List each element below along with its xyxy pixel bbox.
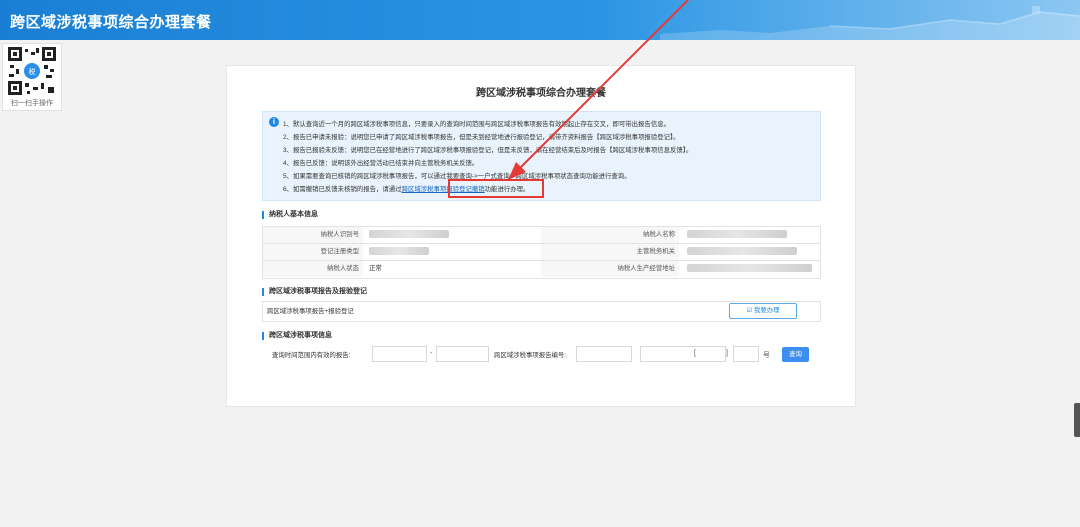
qr-code-widget[interactable]: 税 扫一扫手操作 xyxy=(2,43,62,111)
hao-label: 号 xyxy=(763,352,770,359)
taxpayer-name-label: 纳税人名称 xyxy=(541,227,679,243)
report-no-label: 跨区域涉税事项报告编号: xyxy=(494,352,567,359)
status-label: 纳税人状态 xyxy=(263,261,363,277)
app-title: 跨区域涉税事项综合办理套餐 xyxy=(10,14,212,31)
report-section-title: 跨区域涉税事项报告及报验登记 xyxy=(262,288,367,296)
panel-title: 跨区域涉税事项综合办理套餐 xyxy=(476,88,606,99)
report-no-number-input[interactable] xyxy=(733,346,759,362)
end-date-input[interactable] xyxy=(436,346,489,362)
notice-box: i 1、默认查询近一个月的跨区域涉税事项信息，只要录入的查询时间范围与跨区域涉税… xyxy=(262,111,821,201)
header-bar: 跨区域涉税事项综合办理套餐 xyxy=(0,0,1080,40)
query-section-title: 跨区域涉税事项信息 xyxy=(262,332,332,340)
taxpayer-name-value xyxy=(687,227,787,243)
notice-line-1: 1、默认查询近一个月的跨区域涉税事项信息，只要录入的查询时间范围与跨区域涉税事项… xyxy=(283,121,670,128)
reg-type-label: 登记注册类型 xyxy=(263,244,363,260)
range-label: 查询时间范围内有效的报告: xyxy=(272,352,351,359)
notice-line-3: 3、报告已报验未反馈：说明您已在经营地进行了跨区域涉税事项报验登记，但是未反馈，… xyxy=(283,147,693,154)
svg-text:税: 税 xyxy=(29,67,36,76)
main-panel: 跨区域涉税事项综合办理套餐 i 1、默认查询近一个月的跨区域涉税事项信息，只要录… xyxy=(226,65,856,407)
bracket-open: [ xyxy=(694,350,696,357)
info-row: 登记注册类型 主管税务机关 xyxy=(263,244,820,261)
status-value: 正常 xyxy=(369,265,382,272)
bracket-close: ] xyxy=(726,350,728,357)
notice-line-4: 4、报告已反馈：说明该外出经营活动已结束并向主管税务机关反馈。 xyxy=(283,160,479,167)
highlight-annotation-box xyxy=(448,179,544,198)
taxpayer-id-label: 纳税人识别号 xyxy=(263,227,363,243)
notice-line-2: 2、报告已申请未报验：说明您已申请了跨区域涉税事项报告，但是未到经营地进行报验登… xyxy=(283,134,680,141)
report-no-year-input[interactable] xyxy=(640,346,726,362)
start-date-input[interactable] xyxy=(372,346,427,362)
basic-info-section-title: 纳税人基本信息 xyxy=(262,211,318,219)
great-wall-decoration xyxy=(660,6,1080,40)
address-value xyxy=(687,261,812,277)
info-row: 纳税人识别号 纳税人名称 xyxy=(263,227,820,244)
tax-authority-value xyxy=(687,244,797,260)
side-scroll-handle[interactable] xyxy=(1074,403,1080,437)
qr-code-icon: 税 xyxy=(8,47,56,95)
reg-type-value xyxy=(369,244,429,260)
qr-caption: 扫一扫手操作 xyxy=(11,100,53,107)
tax-authority-label: 主管税务机关 xyxy=(541,244,679,260)
query-row: 查询时间范围内有效的报告: - 跨区域涉税事项报告编号: [ ] 号 查询 xyxy=(262,346,819,366)
handle-button[interactable]: ☑ 我要办理 xyxy=(729,303,797,319)
taxpayer-id-value xyxy=(369,227,449,243)
report-row-text: 跨区域涉税事项报告+报验登记 xyxy=(267,308,354,315)
address-label: 纳税人生产经营地址 xyxy=(541,261,679,277)
notice-line-6-prefix: 6、如需撤销已反馈未核销的报告，请通过 xyxy=(283,186,402,193)
info-icon: i xyxy=(269,117,279,127)
search-button[interactable]: 查询 xyxy=(782,347,809,362)
info-row: 纳税人状态 正常 纳税人生产经营地址 xyxy=(263,261,820,278)
basic-info-table: 纳税人识别号 纳税人名称 登记注册类型 主管税务机关 纳税人状态 正常 纳税人生… xyxy=(262,226,821,279)
report-no-prefix-input[interactable] xyxy=(576,346,632,362)
range-separator: - xyxy=(430,350,433,357)
